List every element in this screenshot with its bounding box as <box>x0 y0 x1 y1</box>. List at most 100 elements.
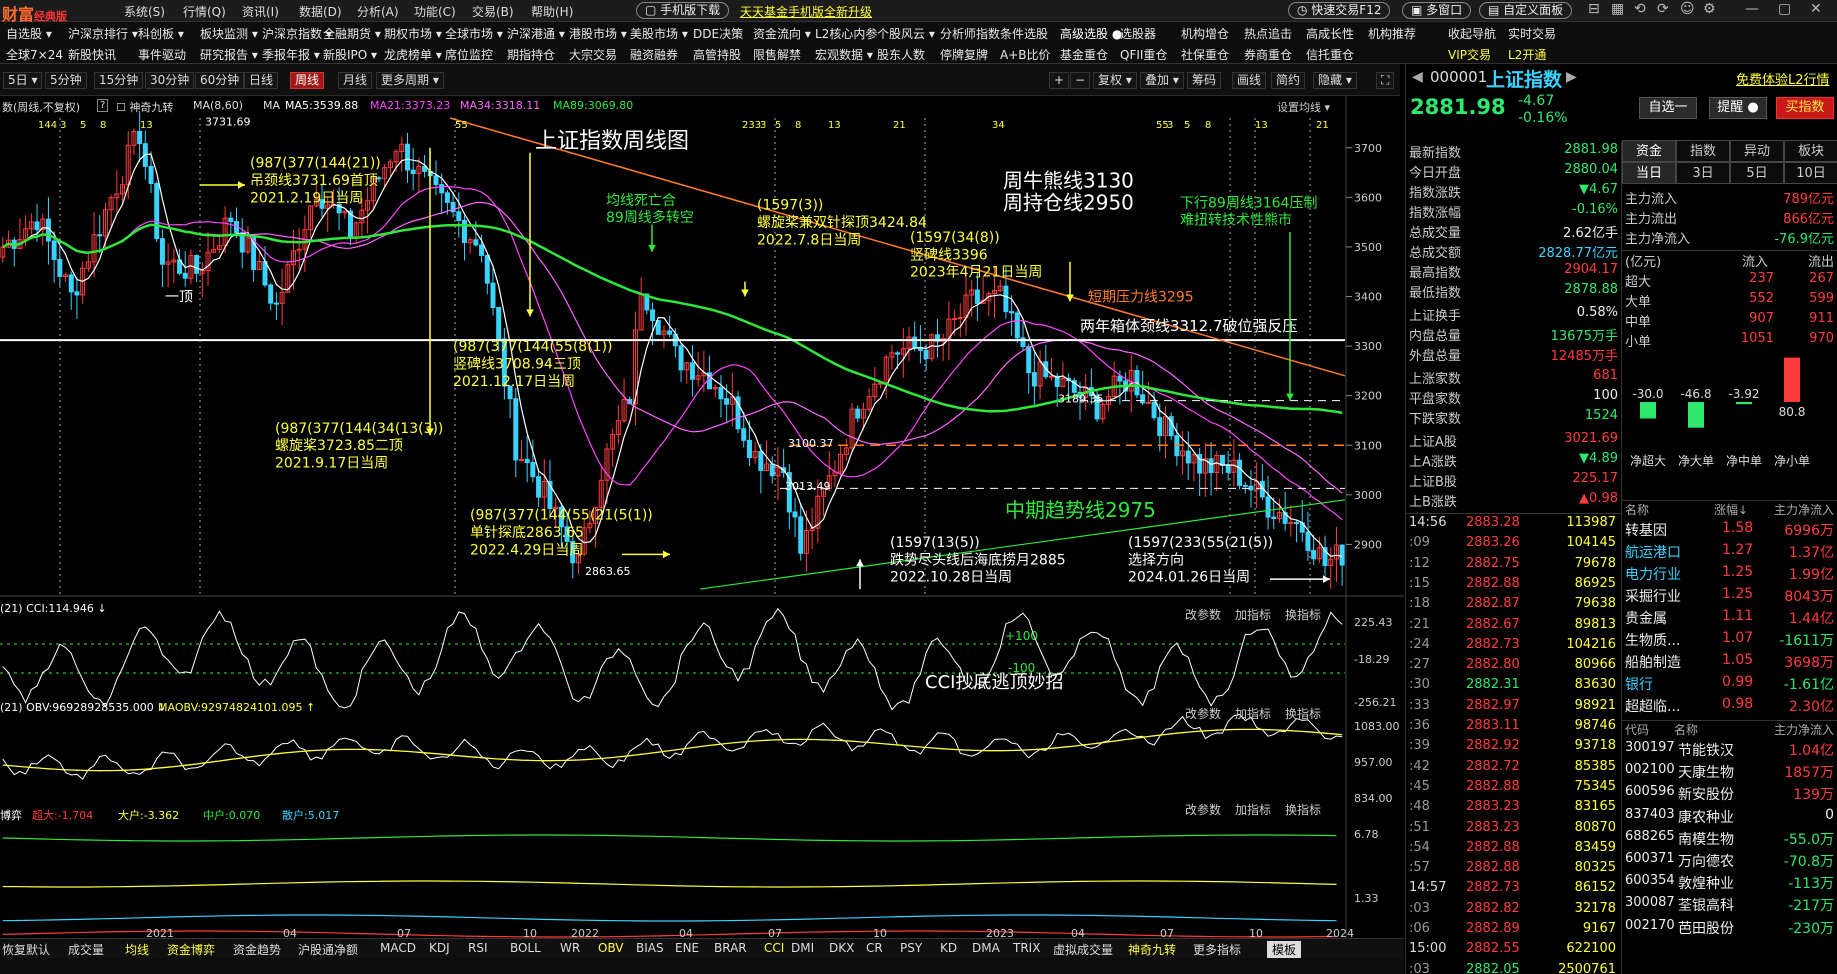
nav-item-13[interactable]: 资金流向 ▾ <box>753 25 811 42</box>
add-indicator-button[interactable]: 加指标 <box>1235 801 1271 818</box>
indicator-tab-20[interactable]: PSY <box>900 941 922 955</box>
quick-trade-button[interactable]: ◷ 快速交易F12 <box>1288 2 1391 19</box>
stock-row[interactable]: 600371 万向德农 -70.8万 <box>1622 851 1837 873</box>
nav-item-4[interactable]: 板块监测 ▾ <box>200 25 258 42</box>
nav-item-9[interactable]: 沪深港通 ▾ <box>507 25 565 42</box>
fund-app-promo-link[interactable]: 天天基金手机版全新升级 <box>740 3 872 20</box>
stock-row[interactable]: 300087 荃银高科 -217万 <box>1622 895 1837 917</box>
nav-item-25[interactable]: 实时交易 <box>1508 25 1556 42</box>
nav-item-12[interactable]: DDE决策 <box>693 25 743 42</box>
nav-item-14[interactable]: L2核心内参 <box>815 25 877 42</box>
back-icon[interactable]: ⟲ <box>1634 1 1646 17</box>
nav-item-7[interactable]: 期权市场 ▾ <box>384 25 442 42</box>
period-2[interactable]: 5分钟 <box>45 72 87 89</box>
nav2-item-11[interactable]: 融资融券 <box>630 46 678 63</box>
nav2-item-12[interactable]: 高管持股 <box>693 46 741 63</box>
indicator-tab-17[interactable]: DMI <box>791 941 814 955</box>
multi-window-button[interactable]: ▣ 多窗口 <box>1402 2 1472 19</box>
chart-tool-6[interactable]: 画线 <box>1232 72 1267 89</box>
period-8[interactable]: 月线 <box>338 72 373 89</box>
nav2-item-10[interactable]: 大宗交易 <box>569 46 617 63</box>
sector-row[interactable]: 转基因 1.58 6996万 <box>1622 520 1837 542</box>
period-7[interactable]: 周线 <box>290 72 325 89</box>
chart-tool-5[interactable]: 筹码 <box>1187 72 1222 89</box>
nav2-item-6[interactable]: 新股IPO ▾ <box>323 46 377 63</box>
nav2-item-1[interactable]: 全球7×24 <box>6 46 63 63</box>
prev-arrow-icon[interactable]: ◀ <box>1412 69 1423 85</box>
period-4[interactable]: 30分钟 <box>145 72 195 89</box>
nav-item-2[interactable]: 沪深京排行 ▾ <box>68 25 138 42</box>
minimize-icon[interactable]: — <box>1745 1 1759 17</box>
period-6[interactable]: 日线 <box>244 72 279 89</box>
menu-quotes[interactable]: 行情(Q) <box>183 3 226 20</box>
indicator-tab-4[interactable]: 资金博弈 <box>167 941 215 958</box>
sector-row[interactable]: 银行 0.99 -1.61亿 <box>1622 674 1837 696</box>
nav2-item-19[interactable]: QFII重仓 <box>1120 46 1167 63</box>
indicator-tab-22[interactable]: DMA <box>972 941 1000 955</box>
nav2-item-21[interactable]: 券商重仓 <box>1244 46 1292 63</box>
nine-turn-toggle[interactable]: ☐ 神奇九转 <box>116 99 173 115</box>
switch-indicator-button[interactable]: 换指标 <box>1285 606 1321 623</box>
sector-row[interactable]: 超超临... 0.98 2.30亿 <box>1622 696 1837 718</box>
nav2-item-18[interactable]: 基金重仓 <box>1060 46 1108 63</box>
indicator-tab-6[interactable]: 沪股通净额 <box>298 941 358 958</box>
indicator-tab-1[interactable]: 恢复默认 <box>2 941 50 958</box>
indicator-tab-19[interactable]: CR <box>866 941 883 955</box>
phone-download-button[interactable]: ▢ 手机版下载 <box>636 2 730 19</box>
indicator-tab-12[interactable]: OBV <box>598 941 624 955</box>
nav-item-19[interactable]: 选股器 <box>1120 25 1156 42</box>
indicator-tab-13[interactable]: BIAS <box>636 941 664 955</box>
switch-indicator-button[interactable]: 换指标 <box>1285 801 1321 818</box>
menu-help[interactable]: 帮助(H) <box>531 3 573 20</box>
nav-item-6[interactable]: 全融期货 ▾ <box>323 25 381 42</box>
menu-trade[interactable]: 交易(B) <box>472 3 514 20</box>
fund-tab-3[interactable]: 异动 <box>1730 140 1784 162</box>
indicator-tab-10[interactable]: BOLL <box>510 941 541 955</box>
next-arrow-icon[interactable]: ▶ <box>1566 69 1577 85</box>
chart-tool-3[interactable]: 复权 ▾ <box>1093 72 1137 89</box>
indicator-tab-16[interactable]: CCI <box>764 941 784 955</box>
nav-item-8[interactable]: 全球市场 ▾ <box>445 25 503 42</box>
indicator-tab-15[interactable]: BRAR <box>714 941 747 955</box>
add-indicator-button[interactable]: 加指标 <box>1235 606 1271 623</box>
period-tab-3[interactable]: 5日 <box>1730 162 1784 184</box>
indicator-tab-21[interactable]: KD <box>940 941 957 955</box>
indicator-tab-18[interactable]: DKX <box>829 941 854 955</box>
sector-row[interactable]: 电力行业 1.25 1.99亿 <box>1622 564 1837 586</box>
nav-item-18[interactable]: 高级选股 ● <box>1060 25 1122 42</box>
ma-settings-link[interactable]: 设置均线 ▾ <box>1277 99 1330 115</box>
menu-system[interactable]: 系统(S) <box>124 3 165 20</box>
help-icon[interactable]: ? <box>97 99 109 112</box>
user-icon[interactable]: ☺ <box>1680 1 1695 17</box>
chart-tool-8[interactable]: 隐藏 ▾ <box>1313 72 1357 89</box>
nav2-item-15[interactable]: 股东人数 <box>877 46 925 63</box>
chart-tool-7[interactable]: 简约 <box>1271 72 1306 89</box>
period-9[interactable]: 更多周期 ▾ <box>376 72 444 89</box>
fund-tab-2[interactable]: 指数 <box>1676 140 1730 162</box>
indicator-tab-9[interactable]: RSI <box>468 941 488 955</box>
chart-tool-1[interactable]: + <box>1049 72 1070 89</box>
indicator-tab-11[interactable]: WR <box>560 941 580 955</box>
indicator-tab-2[interactable]: 成交量 <box>68 941 104 958</box>
forward-icon[interactable]: ⟳ <box>1657 1 1669 17</box>
nav2-item-23[interactable]: VIP交易 <box>1448 46 1491 63</box>
watchlist-button[interactable]: 自选一 <box>1639 97 1697 119</box>
period-1[interactable]: 5日 ▾ <box>3 72 43 89</box>
nav-item-20[interactable]: 机构增仓 <box>1181 25 1229 42</box>
period-5[interactable]: 60分钟 <box>195 72 245 89</box>
indicator-tab-8[interactable]: KDJ <box>429 941 450 955</box>
menu-data[interactable]: 数据(D) <box>299 3 342 20</box>
fullscreen-icon[interactable]: ⛶ <box>1376 72 1395 89</box>
nav2-item-22[interactable]: 信托重仓 <box>1306 46 1354 63</box>
stock-row[interactable]: 688265 南模生物 -55.0万 <box>1622 829 1837 851</box>
grid-icon[interactable]: ▦ <box>1611 1 1624 17</box>
chart-tool-4[interactable]: 叠加 ▾ <box>1140 72 1184 89</box>
sector-row[interactable]: 采掘行业 1.25 8043万 <box>1622 586 1837 608</box>
nav2-item-9[interactable]: 期指持仓 <box>507 46 555 63</box>
nav-item-17[interactable]: 条件选股 <box>1000 25 1048 42</box>
nav2-item-7[interactable]: 龙虎榜单 ▾ <box>384 46 442 63</box>
nav2-item-4[interactable]: 研究报告 ▾ <box>200 46 258 63</box>
nav-item-22[interactable]: 高成长性 <box>1306 25 1354 42</box>
nav-item-24[interactable]: 收起导航 <box>1448 25 1496 42</box>
indicator-tab-3[interactable]: 均线 <box>125 941 149 958</box>
